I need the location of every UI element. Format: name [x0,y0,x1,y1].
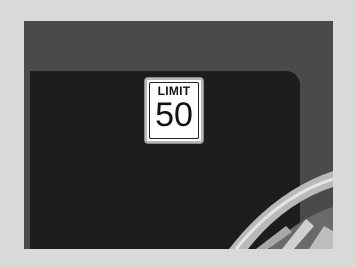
instrument-screen: LIMIT 50 [24,21,333,249]
instrument-frame: LIMIT 50 [0,0,356,268]
steering-wheel-icon [229,171,333,249]
